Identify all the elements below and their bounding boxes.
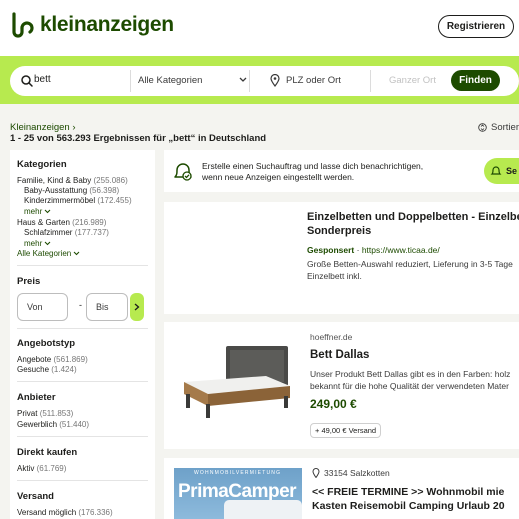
search-band: Alle Kategorien PLZ oder Ort Ganzer Ort … — [0, 56, 519, 104]
search-separator — [130, 70, 131, 92]
listing-location: 33154 Salzkotten — [312, 468, 390, 478]
logo-text: kleinanzeigen — [40, 13, 174, 36]
shipping-badge: + 49,00 € Versand — [310, 423, 382, 438]
listing-price: 249,00 € — [310, 397, 357, 411]
more-link-family[interactable]: mehr — [24, 207, 51, 216]
sponsored-description: Große Betten-Auswahl reduziert, Lieferun… — [307, 259, 513, 281]
listing-description: Unser Produkt Bett Dallas gibt es in den… — [310, 369, 511, 391]
shipping-heading: Versand — [17, 491, 54, 502]
search-icon — [21, 75, 33, 87]
sponsored-url[interactable]: https://www.ticaa.de/ — [362, 245, 440, 255]
sponsored-title-line2[interactable]: Sonderpreis — [307, 225, 371, 237]
subcategory-bedroom[interactable]: Schlafzimmer (177.737) — [24, 228, 109, 237]
camper-van-shape — [224, 500, 302, 519]
shipping-possible[interactable]: Versand möglich (176.336) — [17, 508, 113, 517]
results-count: 1 - 25 von 563.293 Ergebnissen für „bett… — [10, 133, 267, 144]
direct-buy-heading: Direkt kaufen — [17, 447, 78, 458]
offer-type-heading: Angebotstyp — [17, 338, 76, 349]
filter-sidebar: Kategorien Familie, Kind & Baby (255.086… — [10, 150, 155, 519]
divider — [17, 328, 148, 329]
radius-select[interactable]: Ganzer Ort — [389, 75, 436, 86]
sponsored-meta: Gesponsert · https://www.ticaa.de/ — [307, 245, 440, 255]
listing-image[interactable] — [174, 338, 292, 428]
register-button[interactable]: Registrieren — [438, 15, 514, 38]
listing-title[interactable]: Bett Dallas — [310, 349, 369, 361]
search-alert-card: Erstelle einen Suchauftrag und lasse dic… — [164, 150, 519, 192]
provider-private[interactable]: Privat (511.853) — [17, 409, 73, 418]
chevron-down-icon — [44, 209, 51, 214]
divider — [17, 265, 148, 266]
divider — [17, 436, 148, 437]
subcategory-kids-furniture[interactable]: Kinderzimmermöbel (172.455) — [24, 196, 132, 205]
price-submit-button[interactable] — [130, 293, 144, 321]
divider — [17, 381, 148, 382]
sponsored-title[interactable]: Einzelbetten und Doppelbetten - Einzelbe — [307, 210, 519, 225]
search-alert-text: Erstelle einen Suchauftrag und lasse dic… — [202, 161, 424, 182]
logo-icon — [12, 12, 34, 38]
location-input[interactable]: PLZ oder Ort — [286, 75, 341, 86]
search-separator — [249, 70, 250, 92]
site-logo[interactable]: kleinanzeigen — [10, 12, 174, 38]
listing-source: hoeffner.de — [310, 332, 353, 342]
sort-label: Sortieren — [491, 122, 519, 133]
offer-type-offers[interactable]: Angebote (561.869) — [17, 355, 88, 364]
save-search-button[interactable]: Se — [484, 158, 519, 184]
find-button[interactable]: Finden — [451, 70, 500, 91]
offer-type-wanted[interactable]: Gesuche (1.424) — [17, 365, 77, 374]
chevron-down-icon — [44, 241, 51, 246]
breadcrumb[interactable]: Kleinanzeigen › — [10, 122, 76, 133]
price-dash: - — [79, 300, 82, 310]
category-home[interactable]: Haus & Garten (216.989) — [17, 218, 106, 227]
categories-heading: Kategorien — [17, 159, 67, 170]
listing-card[interactable]: hoeffner.de Bett Dallas Unser Produkt Be… — [164, 322, 519, 449]
all-categories-link[interactable]: Alle Kategorien — [17, 249, 80, 258]
search-separator — [370, 70, 371, 92]
divider — [17, 480, 148, 481]
category-select[interactable]: Alle Kategorien — [138, 75, 202, 86]
chevron-down-icon — [73, 251, 80, 256]
more-link-home[interactable]: mehr — [24, 239, 51, 248]
sort-control[interactable]: Sortieren — [478, 122, 519, 133]
search-bar: Alle Kategorien PLZ oder Ort Ganzer Ort … — [10, 66, 519, 96]
price-heading: Preis — [17, 276, 41, 287]
price-to-input[interactable]: Bis — [86, 293, 128, 321]
listing-image[interactable]: WOHNMOBILVERMIETUNG PrimaCamper — [174, 468, 302, 519]
top-header: kleinanzeigen Registrieren — [0, 0, 519, 56]
listing-title[interactable]: << FREIE TERMINE >> Wohnmobil mie Kasten… — [312, 485, 505, 513]
bell-icon — [490, 166, 502, 175]
sponsored-ad-card[interactable]: Einzelbetten und Doppelbetten - Einzelbe… — [164, 202, 519, 314]
provider-business[interactable]: Gewerblich (51.440) — [17, 420, 89, 429]
location-pin-icon — [270, 74, 280, 87]
sort-icon — [478, 123, 487, 132]
listing-card[interactable]: WOHNMOBILVERMIETUNG PrimaCamper 33154 Sa… — [164, 458, 519, 519]
provider-heading: Anbieter — [17, 392, 56, 403]
chevron-right-icon — [134, 303, 140, 311]
subcategory-baby[interactable]: Baby-Ausstattung (56.398) — [24, 186, 119, 195]
sponsored-badge: Gesponsert — [307, 245, 355, 255]
image-tagline: WOHNMOBILVERMIETUNG — [194, 470, 282, 476]
location-pin-icon — [312, 468, 320, 478]
category-family[interactable]: Familie, Kind & Baby (255.086) — [17, 176, 128, 185]
price-from-input[interactable]: Von — [17, 293, 68, 321]
search-input[interactable] — [34, 74, 134, 85]
direct-buy-active[interactable]: Aktiv (61.769) — [17, 464, 66, 473]
chevron-down-icon[interactable] — [239, 77, 247, 83]
bell-icon — [174, 163, 192, 181]
